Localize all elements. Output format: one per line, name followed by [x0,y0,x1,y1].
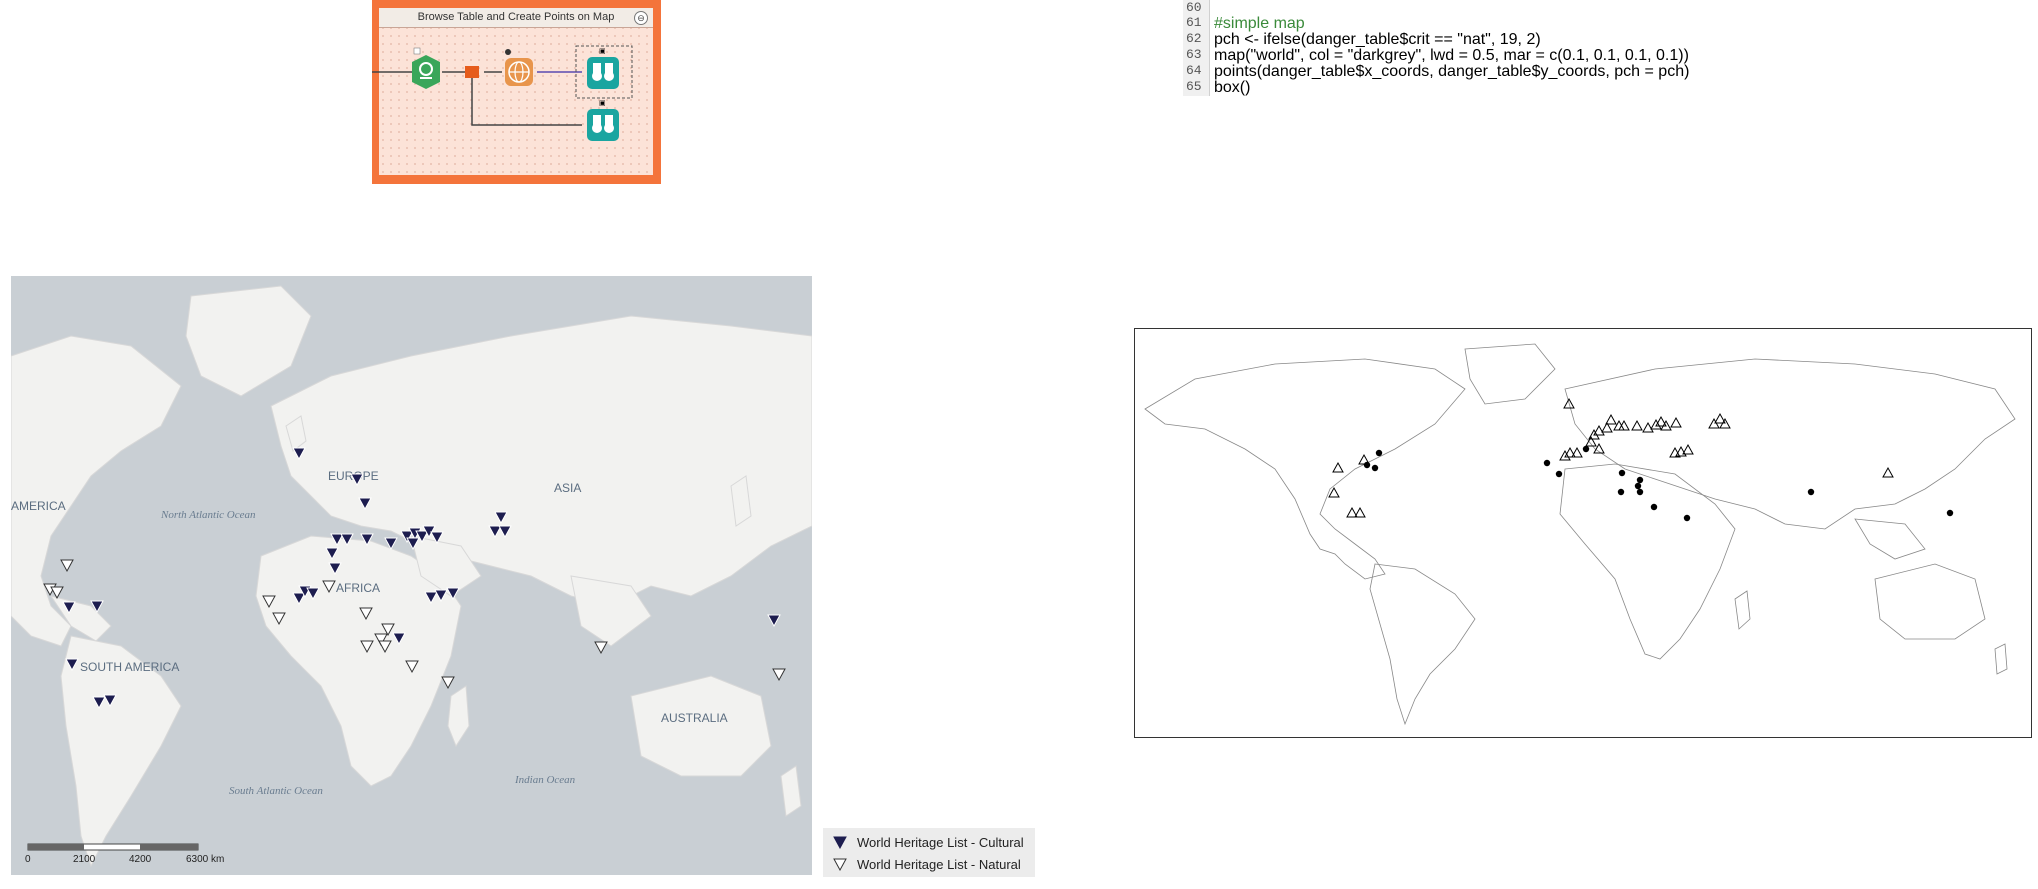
label-america: AMERICA [11,499,66,513]
web-map[interactable]: AMERICA North Atlantic Ocean EUROPE ASIA… [11,276,812,875]
node-badge-icon: ▣ [599,100,606,107]
pch-dots [1363,445,1954,522]
natural-point [1634,482,1642,490]
natural-point [1618,469,1626,477]
cultural-site-marker[interactable] [767,614,781,628]
scale-tick-label: 0 [25,854,31,865]
node-badge-icon [413,47,421,55]
natural-point [1555,470,1563,478]
line-number: 60 [1186,0,1202,15]
south-america-outline [1369,563,1476,726]
label-north-atlantic: North Atlantic Ocean [160,509,256,521]
africa-outline [1559,463,1736,660]
cultural-point [1332,461,1344,473]
create-points-tool-icon[interactable] [412,55,440,89]
southeast-asia-outline [1854,518,1926,560]
code-line[interactable]: points(danger_table$x_coords, danger_tab… [1214,63,1689,80]
line-number: 62 [1186,31,1202,46]
cultural-point [1564,446,1576,458]
new-zealand-landmass [780,765,802,817]
map-legend: World Heritage List - Cultural World Her… [823,828,1035,877]
cultural-point [1559,449,1571,461]
scale-bar: 0 2100 4200 6300 km [25,843,224,865]
world-outline [1144,343,2016,726]
cultural-point [1670,416,1682,428]
eurasia-outline [1564,358,2016,530]
australia-landmass [630,675,772,777]
code-line[interactable]: map("world", col = "darkgrey", lwd = 0.5… [1214,47,1689,64]
greenland-outline [1464,343,1556,405]
natural-point [1582,445,1590,453]
node-badge-icon: ▣ [599,48,606,55]
web-map-canvas[interactable]: AMERICA North Atlantic Ocean EUROPE ASIA… [11,276,812,875]
natural-point [1807,488,1815,496]
legend-item-natural: World Heritage List - Natural [833,854,1021,874]
label-australia: AUSTRALIA [661,711,728,725]
natural-point [1636,488,1644,496]
label-south-atlantic: South Atlantic Ocean [229,785,323,797]
natural-site-marker[interactable] [441,676,455,690]
globe-tool-icon[interactable] [505,58,533,86]
line-number: 63 [1186,47,1202,62]
natural-point [1371,464,1379,472]
join-node-icon[interactable] [465,66,479,78]
r-plot-canvas [1144,343,2016,726]
madagascar-landmass [447,685,470,748]
label-africa: AFRICA [336,581,380,595]
land-masses [11,285,812,868]
natural-point [1375,449,1383,457]
cultural-point [1585,435,1597,447]
natural-point [1683,514,1691,522]
cultural-marker-icon [833,836,847,849]
legend-label: World Heritage List - Natural [857,856,1021,872]
scale-tick-label: 4200 [129,854,152,865]
label-asia: ASIA [554,481,581,495]
label-indian-ocean: Indian Ocean [514,774,576,786]
line-number: 61 [1186,15,1202,30]
line-number: 64 [1186,63,1202,78]
natural-point [1946,509,1954,517]
legend-label: World Heritage List - Cultural [857,834,1024,850]
code-line[interactable]: pch <- ifelse(danger_table$crit == "nat"… [1214,31,1541,48]
label-south-america: SOUTH AMERICA [80,660,179,674]
code-line[interactable]: box() [1214,79,1250,96]
natural-point [1650,503,1658,511]
natural-marker-icon [833,858,847,871]
natural-site-marker[interactable] [772,668,786,682]
r-plot-map [1134,328,2032,738]
natural-point [1363,461,1371,469]
pch-triangles [1328,397,1894,518]
greenland-landmass [185,285,312,397]
browse-binoculars-icon[interactable] [587,109,619,141]
workflow-diagram: ▣ ▣ [372,45,633,141]
north-america-landmass [11,335,182,647]
cultural-point [1571,446,1583,458]
new-zealand-outline [1994,643,2008,675]
browse-binoculars-icon[interactable] [587,57,619,89]
madagascar-outline [1734,590,1751,630]
cultural-point [1631,419,1643,431]
scale-tick-label: 6300 km [186,854,224,865]
scale-tick-label: 2100 [73,854,96,865]
cultural-point [1605,413,1617,425]
natural-site-marker[interactable] [60,559,74,573]
code-line[interactable]: #simple map [1214,15,1305,32]
natural-point [1543,459,1551,467]
australia-outline [1874,563,1986,640]
cultural-point [1618,419,1630,431]
natural-point [1636,476,1644,484]
north-america-outline [1144,358,1466,580]
cultural-point [1882,466,1894,478]
cultural-point [1328,486,1340,498]
legend-item-cultural: World Heritage List - Cultural [833,832,1024,852]
node-badge-icon [505,49,511,55]
natural-point [1617,488,1625,496]
line-number: 65 [1186,79,1202,94]
cultural-point [1650,418,1662,430]
natural-site-marker[interactable] [594,641,608,655]
